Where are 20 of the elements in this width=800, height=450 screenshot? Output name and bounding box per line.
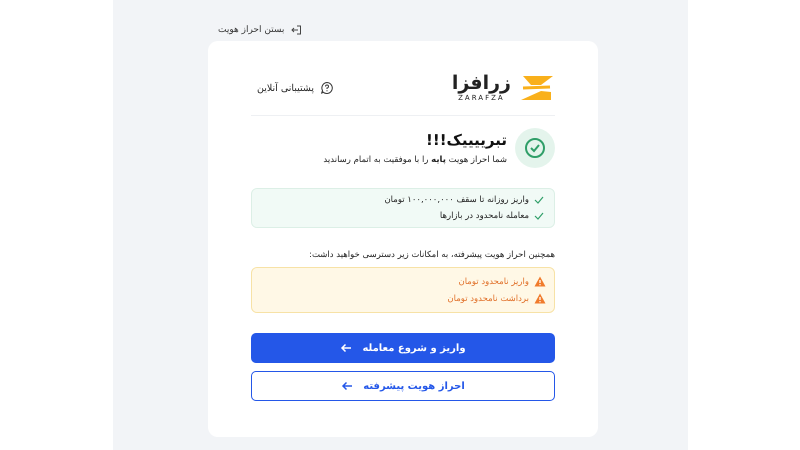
logo-icon	[519, 75, 555, 101]
warning-icon	[534, 293, 546, 304]
exit-icon	[290, 24, 302, 36]
deposit-button[interactable]: واریز و شروع معامله	[251, 333, 555, 363]
benefit-text: واریز نامحدود تومان	[458, 276, 529, 286]
support-link[interactable]: پشتیبانی آنلاین	[257, 81, 334, 95]
arrow-left-icon	[340, 343, 352, 353]
benefit-text: معامله نامحدود در بازارها	[440, 211, 529, 221]
close-link[interactable]: بستن احراز هویت	[218, 18, 302, 41]
success-title: تبرییییک!!!	[425, 131, 507, 149]
logo-text: زرافزا	[452, 74, 511, 93]
warning-icon	[534, 276, 546, 287]
benefit-text: واریز روزانه تا سقف ۱۰۰,۰۰۰,۰۰۰ تومان	[384, 195, 529, 205]
question-bubble-icon	[320, 81, 334, 95]
check-circle-icon	[515, 128, 555, 168]
info-text: همچنین احراز هویت پیشرفته، به امکانات زیر دسترسی خواهید داشت:	[308, 250, 555, 260]
arrow-left-icon	[341, 381, 354, 391]
verify-button[interactable]: احراز هویت پیشرفته	[251, 371, 555, 401]
benefit-text: برداشت نامحدود تومان	[447, 294, 529, 304]
success-message: شما احراز هویت پایه را با موفقیت به اتمام رساندید	[323, 155, 507, 165]
